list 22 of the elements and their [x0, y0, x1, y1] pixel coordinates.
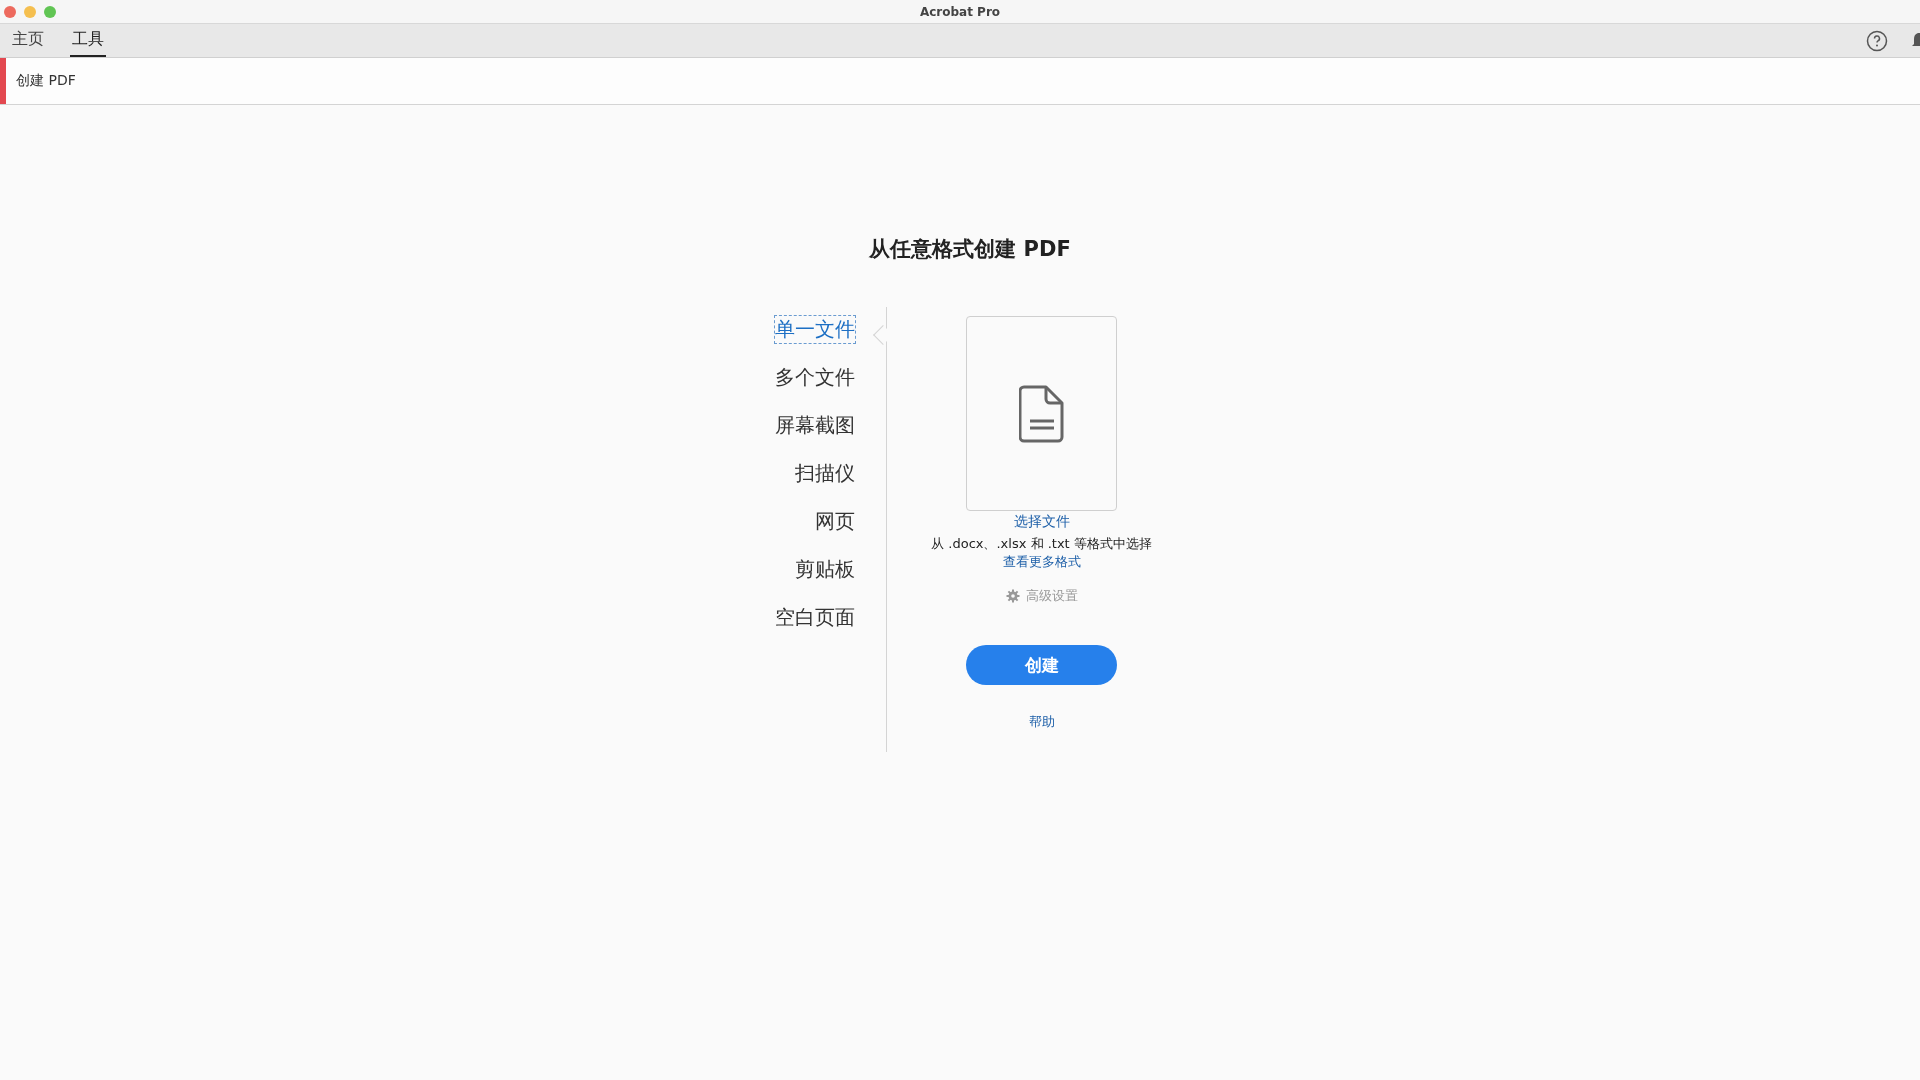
create-button[interactable]: 创建 [966, 645, 1117, 685]
help-link[interactable]: 帮助 [1028, 713, 1055, 731]
page-heading: 从任意格式创建 PDF [869, 236, 1071, 263]
formats-description: 从 .docx、.xlsx 和 .txt 等格式中选择 [931, 535, 1152, 553]
file-drop-card[interactable] [966, 316, 1117, 511]
more-formats-link[interactable]: 查看更多格式 [1002, 553, 1081, 571]
source-option[interactable]: 屏幕截图 [774, 411, 856, 440]
source-option[interactable]: 扫描仪 [794, 459, 856, 488]
tool-title: 创建 PDF [16, 72, 76, 90]
source-option[interactable]: 剪贴板 [794, 555, 856, 584]
choose-file-link[interactable]: 选择文件 [1013, 513, 1070, 531]
window-control-icon[interactable] [24, 5, 36, 18]
tab[interactable]: 主页 [10, 24, 46, 57]
source-option[interactable]: 空白页面 [774, 603, 856, 632]
settings-icon[interactable] [1005, 589, 1020, 603]
window-control-icon[interactable] [44, 5, 56, 18]
source-option[interactable]: 多个文件 [774, 363, 856, 392]
window-control-icon[interactable] [4, 5, 16, 18]
source-option[interactable]: 单一文件 [774, 315, 856, 344]
window-title: Acrobat Pro [919, 4, 1001, 19]
document-icon [1018, 384, 1065, 443]
source-option[interactable]: 网页 [814, 507, 856, 536]
